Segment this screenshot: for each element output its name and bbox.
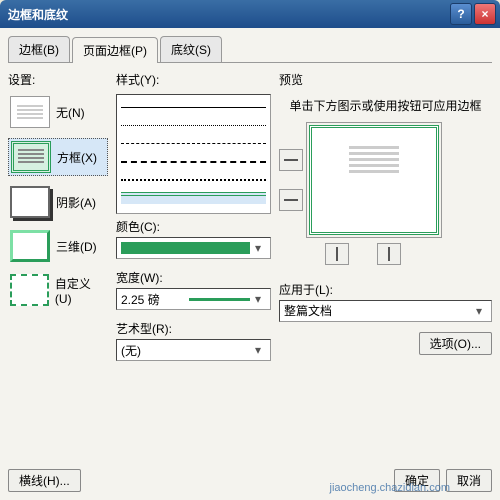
bottom-edge-buttons bbox=[325, 243, 492, 265]
preset-custom-icon bbox=[10, 274, 49, 306]
apply-to-dropdown[interactable]: 整篇文档 ▾ bbox=[279, 300, 492, 322]
close-button[interactable]: × bbox=[474, 3, 496, 25]
options-button[interactable]: 选项(O)... bbox=[419, 332, 492, 355]
preset-3d-label: 三维(D) bbox=[56, 238, 97, 255]
settings-label: 设置: bbox=[8, 71, 108, 88]
preset-none[interactable]: 无(N) bbox=[8, 94, 108, 130]
hline-button[interactable]: 横线(H)... bbox=[8, 469, 81, 492]
cancel-button[interactable]: 取消 bbox=[446, 469, 492, 492]
style-option[interactable] bbox=[121, 117, 266, 135]
preset-3d-icon bbox=[10, 230, 50, 262]
preset-custom-label: 自定义(U) bbox=[55, 275, 106, 306]
chevron-down-icon: ▾ bbox=[250, 292, 266, 306]
chevron-down-icon: ▾ bbox=[250, 241, 266, 255]
preview-column: 预览 单击下方图示或使用按钮可应用边框 应用于(L): bbox=[279, 71, 492, 367]
color-label: 颜色(C): bbox=[116, 218, 271, 235]
titlebar: 边框和底纹 ? × bbox=[0, 0, 500, 28]
style-listbox[interactable] bbox=[116, 94, 271, 214]
right-edge-button[interactable] bbox=[377, 243, 401, 265]
style-option[interactable] bbox=[121, 135, 266, 153]
page-lines bbox=[349, 146, 399, 173]
dialog-title: 边框和底纹 bbox=[4, 6, 448, 23]
tab-borders[interactable]: 边框(B) bbox=[8, 36, 70, 62]
left-edge-buttons bbox=[279, 149, 303, 211]
preset-none-label: 无(N) bbox=[56, 104, 85, 121]
color-dropdown[interactable]: ▾ bbox=[116, 237, 271, 259]
left-edge-button[interactable] bbox=[325, 243, 349, 265]
chevron-down-icon: ▾ bbox=[471, 304, 487, 318]
watermark: jiaocheng.chazidian.com bbox=[330, 482, 450, 494]
chevron-down-icon: ▾ bbox=[250, 343, 266, 357]
style-option[interactable] bbox=[121, 99, 266, 117]
preset-box[interactable]: 方框(X) bbox=[8, 138, 108, 176]
apply-to-label: 应用于(L): bbox=[279, 281, 492, 298]
tab-shading[interactable]: 底纹(S) bbox=[160, 36, 222, 62]
width-label: 宽度(W): bbox=[116, 269, 271, 286]
preset-box-icon bbox=[11, 141, 51, 173]
settings-column: 设置: 无(N) 方框(X) 阴影(A) 三维(D) 自定义(U) bbox=[8, 71, 108, 367]
art-label: 艺术型(R): bbox=[116, 320, 271, 337]
width-preview-line bbox=[189, 298, 251, 301]
style-option[interactable] bbox=[121, 171, 266, 189]
preset-box-label: 方框(X) bbox=[57, 149, 97, 166]
width-dropdown[interactable]: 2.25 磅 ▾ bbox=[116, 288, 271, 310]
width-value: 2.25 磅 bbox=[121, 291, 183, 308]
apply-to-value: 整篇文档 bbox=[284, 302, 471, 319]
style-label: 样式(Y): bbox=[116, 71, 271, 88]
preset-none-icon bbox=[10, 96, 50, 128]
style-option-selected[interactable] bbox=[121, 189, 266, 207]
tab-page-border[interactable]: 页面边框(P) bbox=[72, 37, 158, 63]
bottom-edge-button[interactable] bbox=[279, 189, 303, 211]
art-dropdown[interactable]: (无) ▾ bbox=[116, 339, 271, 361]
art-value: (无) bbox=[121, 342, 250, 359]
preset-shadow[interactable]: 阴影(A) bbox=[8, 184, 108, 220]
preview-area bbox=[279, 125, 492, 235]
preset-3d[interactable]: 三维(D) bbox=[8, 228, 108, 264]
preset-custom[interactable]: 自定义(U) bbox=[8, 272, 108, 308]
tab-bar: 边框(B) 页面边框(P) 底纹(S) bbox=[8, 36, 492, 63]
top-edge-button[interactable] bbox=[279, 149, 303, 171]
preview-hint: 单击下方图示或使用按钮可应用边框 bbox=[279, 98, 492, 115]
help-button[interactable]: ? bbox=[450, 3, 472, 25]
preset-shadow-label: 阴影(A) bbox=[56, 194, 96, 211]
page-preview[interactable] bbox=[309, 125, 439, 235]
preview-label: 预览 bbox=[279, 71, 492, 88]
dialog-body: 边框(B) 页面边框(P) 底纹(S) 设置: 无(N) 方框(X) 阴影(A)… bbox=[0, 28, 500, 500]
apply-to-row: 应用于(L): 整篇文档 ▾ 选项(O)... bbox=[279, 277, 492, 355]
style-column: 样式(Y): 颜色(C): ▾ 宽度(W): 2.25 磅 ▾ 艺术型(R): bbox=[116, 71, 271, 367]
color-swatch bbox=[121, 242, 250, 254]
preset-shadow-icon bbox=[10, 186, 50, 218]
style-option[interactable] bbox=[121, 153, 266, 171]
